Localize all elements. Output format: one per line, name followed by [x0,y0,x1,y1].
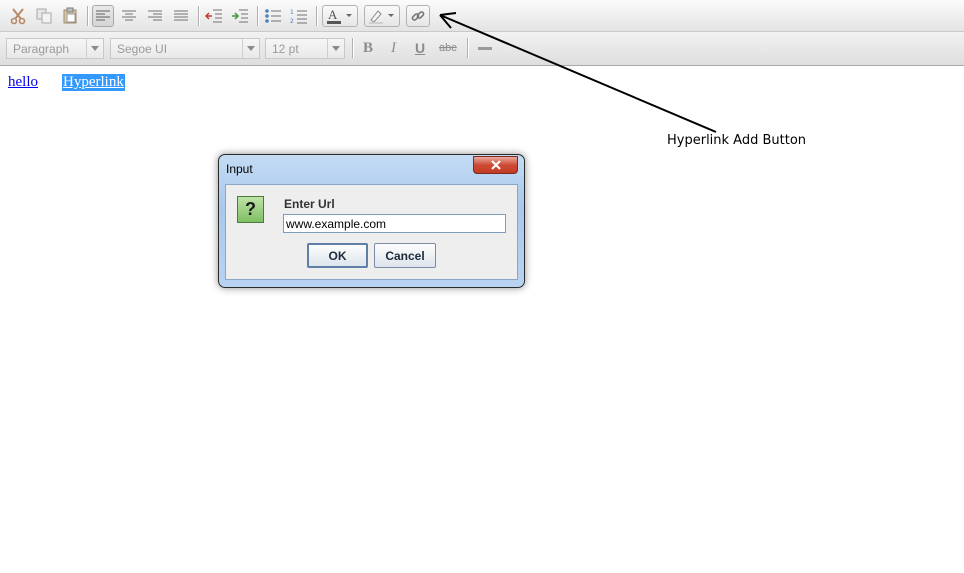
paragraph-style-select[interactable]: Paragraph [6,38,104,59]
indent-icon[interactable] [229,5,251,27]
hyperlink-hello[interactable]: hello [8,74,38,91]
font-family-value: Segoe UI [117,42,168,56]
align-left-icon[interactable] [92,5,114,27]
toolbar-separator [257,6,259,26]
font-size-value: 12 pt [272,42,299,56]
font-family-select[interactable]: Segoe UI [110,38,260,59]
svg-text:1: 1 [290,9,294,16]
dialog-body: ? Enter Url OK Cancel [225,184,518,280]
toolbar-separator [316,6,318,26]
hyperlink-add-button[interactable] [406,5,430,27]
bullet-list-icon[interactable] [262,5,284,27]
format-toolbar: Paragraph Segoe UI 12 pt B I U abc [0,32,964,66]
paste-icon[interactable] [59,5,81,27]
dialog-title: Input [226,162,253,176]
main-toolbar: 12 A [0,0,964,32]
italic-button[interactable]: I [391,40,396,57]
close-icon [490,160,501,170]
question-icon: ? [237,196,264,223]
chevron-down-icon[interactable] [242,39,259,58]
bold-button[interactable]: B [363,40,373,57]
input-dialog: Input ? Enter Url OK Cancel [218,154,525,288]
font-size-select[interactable]: 12 pt [265,38,345,59]
chevron-down-icon[interactable] [327,39,344,58]
horizontal-rule-icon[interactable] [474,38,496,60]
strikethrough-button[interactable]: abc [439,42,457,54]
svg-text:A: A [328,7,338,22]
svg-text:2: 2 [290,18,294,24]
url-input[interactable] [283,214,506,233]
font-color-icon[interactable]: A [322,5,358,27]
toolbar-separator [198,6,200,26]
prompt-label: Enter Url [284,197,335,211]
align-justify-icon[interactable] [170,5,192,27]
close-button[interactable] [473,156,518,174]
paragraph-style-value: Paragraph [13,42,70,56]
cancel-button[interactable]: Cancel [374,243,436,268]
underline-button[interactable]: U [415,40,425,56]
ok-button[interactable]: OK [307,243,368,268]
link-icon [411,11,425,21]
align-center-icon[interactable] [118,5,140,27]
toolbar-separator [352,38,354,58]
selected-hyperlink-text[interactable]: Hyperlink [62,74,125,91]
chevron-down-icon[interactable] [86,39,103,58]
cut-icon[interactable] [7,5,29,27]
numbered-list-icon[interactable]: 12 [288,5,310,27]
toolbar-separator [87,6,89,26]
align-right-icon[interactable] [144,5,166,27]
copy-icon[interactable] [33,5,55,27]
annotation-label: Hyperlink Add Button [667,133,807,148]
highlight-color-icon[interactable] [364,5,400,27]
outdent-icon[interactable] [203,5,225,27]
toolbar-separator [467,38,469,58]
